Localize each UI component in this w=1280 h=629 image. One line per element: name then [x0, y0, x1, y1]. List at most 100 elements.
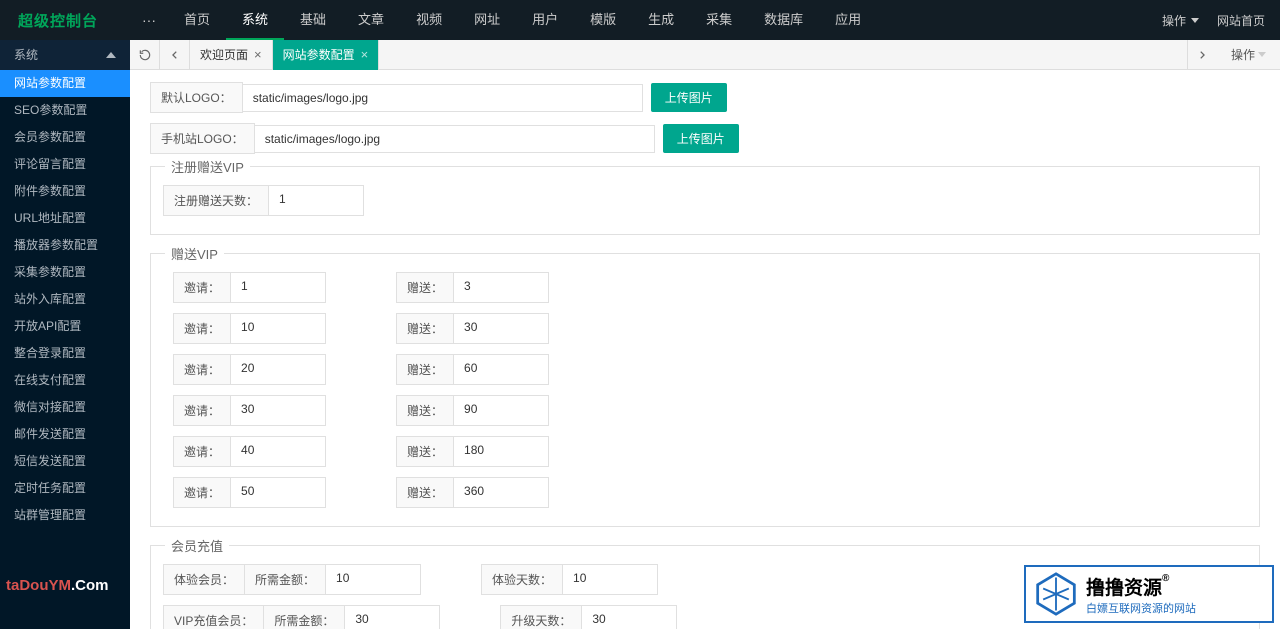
days-label: 体验天数：	[481, 564, 563, 595]
tab-label: 网站参数配置	[283, 40, 355, 70]
mobile-logo-input[interactable]: static/images/logo.jpg	[255, 125, 655, 153]
member-type-label: VIP充值会员：	[163, 605, 264, 629]
nav-item-1[interactable]: 系统	[226, 0, 284, 40]
give-input[interactable]: 90	[454, 395, 549, 426]
member-type-label: 体验会员：	[163, 564, 245, 595]
default-logo-input[interactable]: static/images/logo.jpg	[243, 84, 643, 112]
amount-input[interactable]: 30	[345, 605, 440, 629]
nav-item-7[interactable]: 模版	[574, 0, 632, 40]
close-icon[interactable]: ×	[254, 40, 262, 70]
sidebar-item-0[interactable]: 网站参数配置	[0, 70, 130, 97]
sidebar-item-9[interactable]: 开放API配置	[0, 313, 130, 340]
nav-item-11[interactable]: 应用	[819, 0, 877, 40]
give-input[interactable]: 3	[454, 272, 549, 303]
give-vip-row: 邀请：40赠送：180	[163, 436, 1247, 467]
give-input[interactable]: 360	[454, 477, 549, 508]
tab-label: 欢迎页面	[200, 40, 248, 70]
nav-item-6[interactable]: 用户	[516, 0, 574, 40]
watermark: taDouYM.Com	[6, 577, 109, 594]
give-label: 赠送：	[396, 477, 454, 508]
recharge-title: 会员充值	[165, 536, 229, 555]
give-vip-row: 邀请：10赠送：30	[163, 313, 1247, 344]
top-right: 操作 网站首页	[1162, 12, 1280, 29]
sidebar-item-8[interactable]: 站外入库配置	[0, 286, 130, 313]
chevron-down-icon	[1191, 18, 1199, 23]
give-input[interactable]: 60	[454, 354, 549, 385]
invite-input[interactable]: 40	[231, 436, 326, 467]
sidebar-item-16[interactable]: 站群管理配置	[0, 502, 130, 529]
sidebar-item-1[interactable]: SEO参数配置	[0, 97, 130, 124]
nav-item-10[interactable]: 数据库	[748, 0, 819, 40]
upload-default-logo-button[interactable]: 上传图片	[651, 83, 727, 112]
invite-input[interactable]: 20	[231, 354, 326, 385]
invite-label: 邀请：	[173, 477, 231, 508]
invite-label: 邀请：	[173, 354, 231, 385]
sidebar-item-2[interactable]: 会员参数配置	[0, 124, 130, 151]
invite-label: 邀请：	[173, 436, 231, 467]
sidebar-item-10[interactable]: 整合登录配置	[0, 340, 130, 367]
sidebar-item-12[interactable]: 微信对接配置	[0, 394, 130, 421]
nav-item-3[interactable]: 文章	[342, 0, 400, 40]
give-input[interactable]: 30	[454, 313, 549, 344]
give-input[interactable]: 180	[454, 436, 549, 467]
tab-1[interactable]: 网站参数配置×	[273, 40, 380, 70]
give-vip-section: 赠送VIP 邀请：1赠送：3邀请：10赠送：30邀请：20赠送：60邀请：30赠…	[150, 253, 1260, 527]
tabs: 欢迎页面×网站参数配置×	[190, 40, 379, 70]
site-home-link[interactable]: 网站首页	[1217, 12, 1265, 29]
reg-days-input[interactable]: 1	[269, 185, 364, 216]
give-vip-title: 赠送VIP	[165, 244, 224, 263]
give-vip-row: 邀请：20 赠送：60	[163, 354, 1247, 385]
nav-item-0[interactable]: 首页	[168, 0, 226, 40]
sidebar-item-7[interactable]: 采集参数配置	[0, 259, 130, 286]
brand-text: 撸撸资源® 白嫖互联网资源的网站	[1086, 573, 1196, 616]
sidebar-item-4[interactable]: 附件参数配置	[0, 178, 130, 205]
reload-button[interactable]	[130, 40, 160, 70]
mobile-logo-row: 手机站LOGO： static/images/logo.jpg 上传图片	[150, 123, 1260, 154]
sidebar-item-3[interactable]: 评论留言配置	[0, 151, 130, 178]
reg-vip-title: 注册赠送VIP	[165, 157, 250, 176]
sidebar-item-13[interactable]: 邮件发送配置	[0, 421, 130, 448]
chevron-right-icon	[1197, 50, 1207, 60]
nav-item-4[interactable]: 视频	[400, 0, 458, 40]
triangle-up-icon	[106, 52, 116, 58]
upload-mobile-logo-button[interactable]: 上传图片	[663, 124, 739, 153]
sidebar-item-6[interactable]: 播放器参数配置	[0, 232, 130, 259]
nav-item-5[interactable]: 网址	[458, 0, 516, 40]
amount-label: 所需金额：	[264, 605, 345, 629]
chevron-down-icon	[1258, 52, 1266, 57]
sidebar-item-11[interactable]: 在线支付配置	[0, 367, 130, 394]
sidebar-item-14[interactable]: 短信发送配置	[0, 448, 130, 475]
sidebar: 系统 网站参数配置SEO参数配置会员参数配置评论留言配置附件参数配置URL地址配…	[0, 40, 130, 629]
sidebar-item-5[interactable]: URL地址配置	[0, 205, 130, 232]
nav-item-8[interactable]: 生成	[632, 0, 690, 40]
amount-label: 所需金额：	[245, 564, 326, 595]
nav-item-9[interactable]: 采集	[690, 0, 748, 40]
sidebar-header[interactable]: 系统	[0, 40, 130, 70]
ops-dropdown[interactable]: 操作	[1162, 12, 1199, 29]
invite-input[interactable]: 50	[231, 477, 326, 508]
invite-input[interactable]: 1	[231, 272, 326, 303]
give-label: 赠送：	[396, 313, 454, 344]
invite-input[interactable]: 10	[231, 313, 326, 344]
close-icon[interactable]: ×	[361, 40, 369, 70]
tab-ops-dropdown[interactable]: 操作	[1217, 40, 1280, 70]
tab-next-button[interactable]	[1187, 40, 1217, 70]
reg-days-label: 注册赠送天数：	[163, 185, 269, 216]
page-body: 默认LOGO： static/images/logo.jpg 上传图片 手机站L…	[130, 70, 1280, 629]
give-label: 赠送：	[396, 354, 454, 385]
default-logo-label: 默认LOGO：	[150, 82, 243, 113]
nav-item-2[interactable]: 基础	[284, 0, 342, 40]
days-input[interactable]: 30	[582, 605, 677, 629]
give-vip-row: 邀请：30赠送：90	[163, 395, 1247, 426]
invite-label: 邀请：	[173, 272, 231, 303]
amount-input[interactable]: 10	[326, 564, 421, 595]
days-input[interactable]: 10	[563, 564, 658, 595]
invite-input[interactable]: 30	[231, 395, 326, 426]
tab-0[interactable]: 欢迎页面×	[190, 40, 273, 70]
chevron-left-icon	[170, 50, 180, 60]
give-label: 赠送：	[396, 272, 454, 303]
sidebar-item-15[interactable]: 定时任务配置	[0, 475, 130, 502]
default-logo-row: 默认LOGO： static/images/logo.jpg 上传图片	[150, 82, 1260, 113]
more-icon[interactable]: ···	[130, 12, 168, 28]
tab-prev-button[interactable]	[160, 40, 190, 70]
